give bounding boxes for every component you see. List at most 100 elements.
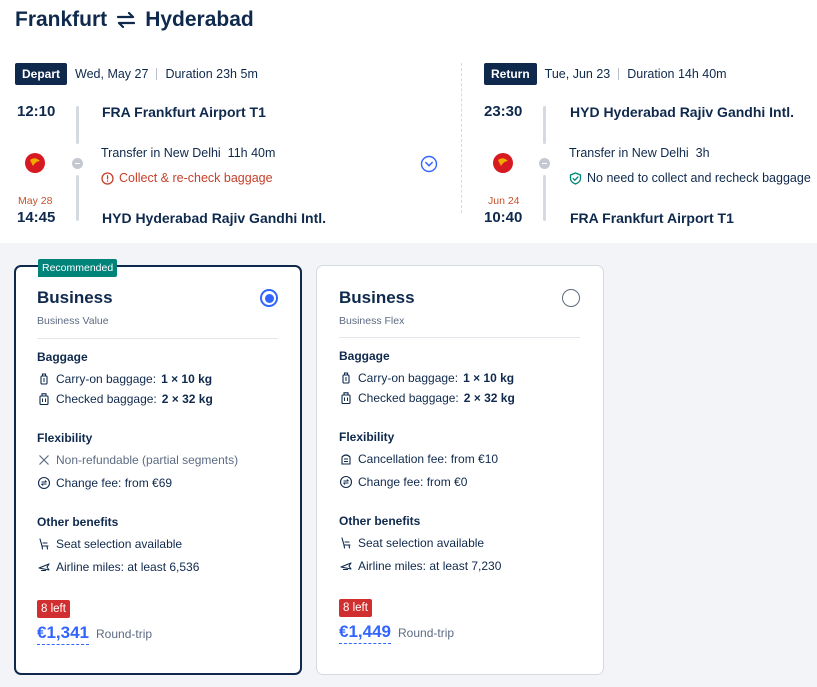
return-tag: Return (484, 63, 537, 85)
return-dep-airport: HYD Hyderabad Rajiv Gandhi Intl. (570, 104, 795, 120)
carry-on-value: 1 × 10 kg (463, 371, 515, 385)
depart-date: Wed, May 27 (75, 67, 149, 81)
seat-selection-row: Seat selection available (339, 536, 484, 550)
seat-icon (39, 538, 49, 550)
checked-row: Checked baggage: 2 × 32 kg (37, 392, 213, 406)
seat-selection-text: Seat selection available (358, 536, 485, 550)
change-fee-icon (339, 475, 353, 489)
price-row: €1,449 Round-trip (339, 621, 454, 644)
depart-baggage-warning: Collect & re-check baggage (101, 171, 273, 185)
transfer-city: Transfer in New Delhi (101, 146, 221, 160)
checked-value: 2 × 32 kg (463, 391, 515, 405)
transfer-duration: 11h 40m (227, 146, 276, 160)
miles-row: Airline miles: at least 7,230 (339, 559, 501, 573)
checked-value: 2 × 32 kg (161, 392, 213, 406)
flexibility-title: Flexibility (339, 430, 395, 444)
change-fee-text: Change fee: from €0 (358, 475, 468, 489)
miles-icon (340, 562, 352, 570)
depart-arr-airport: HYD Hyderabad Rajiv Gandhi Intl. (102, 210, 327, 226)
transfer-city: Transfer in New Delhi (569, 146, 689, 160)
fare-name: Business Flex (339, 315, 405, 327)
return-header: Return Tue, Jun 23 Duration 14h 40m (484, 63, 817, 85)
checked-label: Checked baggage: (358, 391, 459, 405)
divider (37, 338, 278, 339)
depart-arr-date: May 28 (18, 195, 53, 207)
return-arr-date: Jun 24 (488, 195, 520, 207)
shield-check-icon (569, 171, 582, 185)
swap-arrows-icon (117, 11, 136, 29)
cross-icon (39, 455, 49, 465)
seat-icon (341, 537, 351, 549)
change-fee-row: Change fee: from €69 (37, 476, 172, 490)
checked-row: Checked baggage: 2 × 32 kg (339, 391, 515, 405)
return-arr-airport: FRA Frankfurt Airport T1 (570, 210, 734, 226)
route-title: Frankfurt Hyderabad (15, 8, 254, 32)
miles-text: Airline miles: at least 6,536 (56, 560, 200, 574)
depart-header: Depart Wed, May 27 Duration 23h 5m (15, 63, 460, 85)
leg-divider (461, 63, 462, 213)
return-transfer: Transfer in New Delhi 3h (569, 146, 710, 160)
price[interactable]: €1,341 (37, 622, 89, 645)
miles-text: Airline miles: at least 7,230 (358, 559, 502, 573)
carry-on-row: Carry-on baggage: 1 × 10 kg (339, 371, 514, 385)
fare-radio-selected[interactable] (260, 289, 278, 307)
checked-label: Checked baggage: (56, 392, 157, 406)
miles-icon (38, 563, 50, 571)
fare-card-business-value[interactable]: Recommended Business Business Value Bagg… (14, 259, 302, 675)
depart-duration: Duration 23h 5m (165, 67, 258, 81)
depart-leg: Depart Wed, May 27 Duration 23h 5m 12:10… (15, 63, 460, 233)
timeline-line (76, 106, 79, 144)
round-trip-label: Round-trip (398, 626, 455, 640)
carry-on-label: Carry-on baggage: (358, 371, 459, 385)
alert-circle-icon (101, 171, 114, 185)
airline-logo-icon (25, 153, 45, 173)
carry-on-value: 1 × 10 kg (161, 372, 213, 386)
origin-city: Frankfurt (15, 8, 108, 31)
change-fee-row: Change fee: from €0 (339, 475, 467, 489)
fare-name: Business Value (37, 315, 109, 327)
timeline-line (543, 106, 546, 144)
depart-tag: Depart (15, 63, 68, 85)
return-date: Tue, Jun 23 (544, 67, 611, 81)
return-baggage-note: No need to collect and recheck baggage (569, 171, 811, 185)
fare-card-business-flex[interactable]: Business Business Flex Baggage Carry-on … (316, 265, 604, 675)
carry-on-row: Carry-on baggage: 1 × 10 kg (37, 372, 212, 386)
seats-left-badge: 8 left (339, 599, 372, 617)
cancellation-row: Cancellation fee: from €10 (339, 452, 498, 466)
checked-bag-icon (39, 393, 49, 406)
divider (339, 337, 580, 338)
baggage-note: No need to collect and recheck baggage (587, 171, 811, 185)
timeline-line (543, 175, 546, 221)
depart-dep-time: 12:10 (17, 103, 56, 120)
baggage-note: Collect & re-check baggage (119, 171, 273, 185)
round-trip-label: Round-trip (96, 627, 153, 641)
cabin-class: Business (339, 288, 415, 307)
cancellation-text: Cancellation fee: from €10 (358, 452, 499, 466)
other-benefits-title: Other benefits (339, 514, 421, 528)
stop-dot (72, 158, 83, 169)
change-fee-icon (37, 476, 51, 490)
destination-city: Hyderabad (145, 8, 254, 31)
airline-logo-icon (493, 153, 513, 173)
baggage-title: Baggage (339, 349, 390, 363)
carry-on-bag-icon (40, 373, 48, 385)
price[interactable]: €1,449 (339, 621, 391, 644)
return-arr-time: 10:40 (484, 209, 523, 226)
itinerary-summary: Frankfurt Hyderabad Depart Wed, May 27 D… (0, 0, 817, 243)
miles-row: Airline miles: at least 6,536 (37, 560, 199, 574)
flexibility-title: Flexibility (37, 431, 93, 445)
return-leg: Return Tue, Jun 23 Duration 14h 40m 23:3… (484, 63, 817, 233)
checked-bag-icon (341, 392, 351, 405)
baggage-title: Baggage (37, 350, 88, 364)
seats-left-badge: 8 left (37, 600, 70, 618)
expand-details-icon[interactable] (420, 155, 438, 173)
timeline-line (76, 175, 79, 221)
fare-radio-unselected[interactable] (562, 289, 580, 307)
change-fee-text: Change fee: from €69 (56, 476, 173, 490)
separator (156, 68, 158, 80)
carry-on-label: Carry-on baggage: (56, 372, 157, 386)
seat-selection-text: Seat selection available (56, 537, 183, 551)
refund-row: Non-refundable (partial segments) (37, 453, 238, 467)
stop-dot (539, 158, 550, 169)
carry-on-bag-icon (342, 372, 350, 384)
